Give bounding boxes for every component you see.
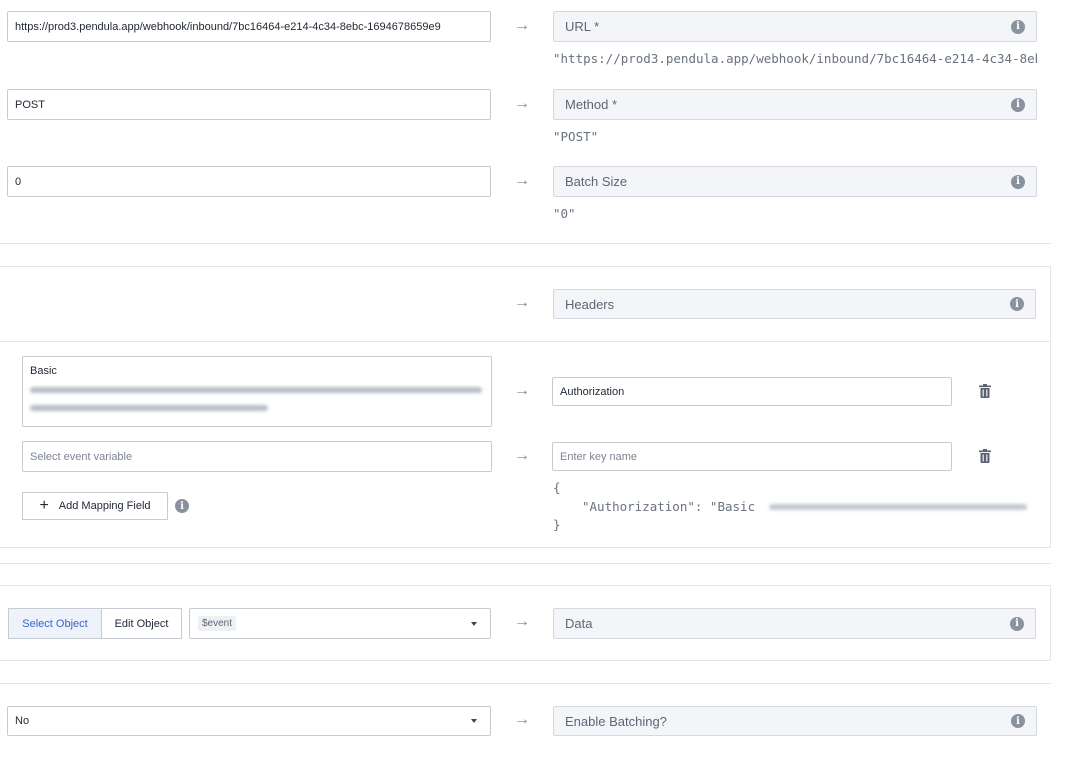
arrow-right-icon: → — [514, 382, 530, 399]
method-preview: "POST" — [553, 129, 599, 144]
batch-size-field-label: Batch Size — [565, 174, 628, 189]
method-field-label: Method * — [565, 97, 618, 112]
data-section-right-border — [1050, 585, 1051, 661]
url-input-value: https://prod3.pendula.app/webhook/inboun… — [15, 20, 441, 33]
headers-preview-open-brace: { — [553, 480, 561, 495]
info-icon[interactable]: i — [1011, 19, 1025, 34]
info-icon[interactable]: i — [1010, 297, 1024, 311]
chevron-down-icon — [471, 719, 477, 723]
header-key-input[interactable]: Authorization — [552, 377, 952, 406]
chevron-down-icon — [471, 621, 477, 626]
batch-size-target-field: Batch Size i — [553, 166, 1037, 197]
info-icon[interactable]: i — [1011, 714, 1025, 728]
info-icon[interactable]: i — [1011, 97, 1025, 112]
add-mapping-field-label: Add Mapping Field — [58, 500, 151, 512]
headers-section-top-border — [0, 266, 1051, 267]
headers-section-right-border — [1050, 266, 1051, 548]
divider — [0, 563, 1051, 564]
headers-subdivider — [0, 341, 1051, 342]
data-object-select[interactable]: $event — [189, 608, 491, 639]
divider — [0, 683, 1051, 684]
headers-field-label: Headers — [565, 296, 615, 312]
redacted-secret-line — [30, 387, 482, 393]
event-chip: $event — [198, 616, 237, 631]
headers-preview-close-brace: } — [553, 517, 561, 532]
enable-batching-target-field: Enable Batching? i — [553, 706, 1037, 736]
headers-preview-line: "Authorization": "Basic — [582, 499, 1027, 514]
key-name-input[interactable]: Enter key name — [552, 442, 952, 471]
event-variable-placeholder: Select event variable — [30, 450, 133, 463]
key-name-placeholder: Enter key name — [560, 450, 638, 463]
arrow-right-icon: → — [514, 613, 530, 630]
data-field-label: Data — [565, 616, 593, 631]
headers-section-bottom-border — [0, 547, 1051, 548]
batch-size-preview: "0" — [553, 206, 576, 221]
url-field-label: URL * — [565, 19, 600, 34]
enable-batching-field-label: Enable Batching? — [565, 713, 667, 729]
url-input[interactable]: https://prod3.pendula.app/webhook/inboun… — [7, 11, 491, 42]
header-key-value: Authorization — [560, 385, 625, 398]
redacted-secret-line — [768, 503, 1027, 510]
url-target-field: URL * i — [553, 11, 1037, 42]
select-object-tab[interactable]: Select Object — [8, 608, 102, 639]
headers-preview-text: "Authorization": "Basic — [582, 499, 763, 514]
batch-size-input[interactable]: 0 — [7, 166, 491, 197]
headers-target-field: Headers i — [553, 289, 1036, 319]
info-icon[interactable]: i — [175, 499, 189, 513]
trash-icon[interactable] — [979, 384, 991, 403]
arrow-right-icon: → — [514, 447, 530, 464]
trash-icon[interactable] — [979, 449, 991, 468]
event-variable-select[interactable]: Select event variable — [22, 441, 492, 472]
batch-size-input-value: 0 — [15, 175, 22, 188]
arrow-right-icon: → — [514, 294, 530, 311]
method-input[interactable]: POST — [7, 89, 491, 120]
divider — [0, 243, 1051, 244]
method-target-field: Method * i — [553, 89, 1037, 120]
header-value-prefix: Basic — [30, 365, 57, 377]
arrow-right-icon: → — [514, 711, 530, 728]
method-input-value: POST — [15, 98, 45, 111]
data-section-top-border — [0, 585, 1051, 586]
header-value-input[interactable]: Basic — [22, 356, 492, 427]
edit-object-tab[interactable]: Edit Object — [101, 608, 182, 639]
redacted-secret-line — [30, 405, 268, 411]
url-preview: "https://prod3.pendula.app/webhook/inbou… — [553, 51, 1037, 66]
enable-batching-select[interactable]: No — [7, 706, 491, 736]
arrow-right-icon: → — [514, 172, 530, 189]
arrow-right-icon: → — [514, 17, 530, 34]
select-object-label: Select Object — [22, 617, 88, 630]
plus-icon: + — [39, 497, 49, 514]
info-icon[interactable]: i — [1010, 616, 1024, 631]
edit-object-label: Edit Object — [114, 617, 169, 630]
data-section-bottom-border — [0, 660, 1051, 661]
data-target-field: Data i — [553, 608, 1036, 639]
info-icon[interactable]: i — [1011, 174, 1025, 189]
add-mapping-field-button[interactable]: + Add Mapping Field — [22, 492, 168, 520]
arrow-right-icon: → — [514, 95, 530, 112]
enable-batching-value: No — [15, 715, 30, 727]
